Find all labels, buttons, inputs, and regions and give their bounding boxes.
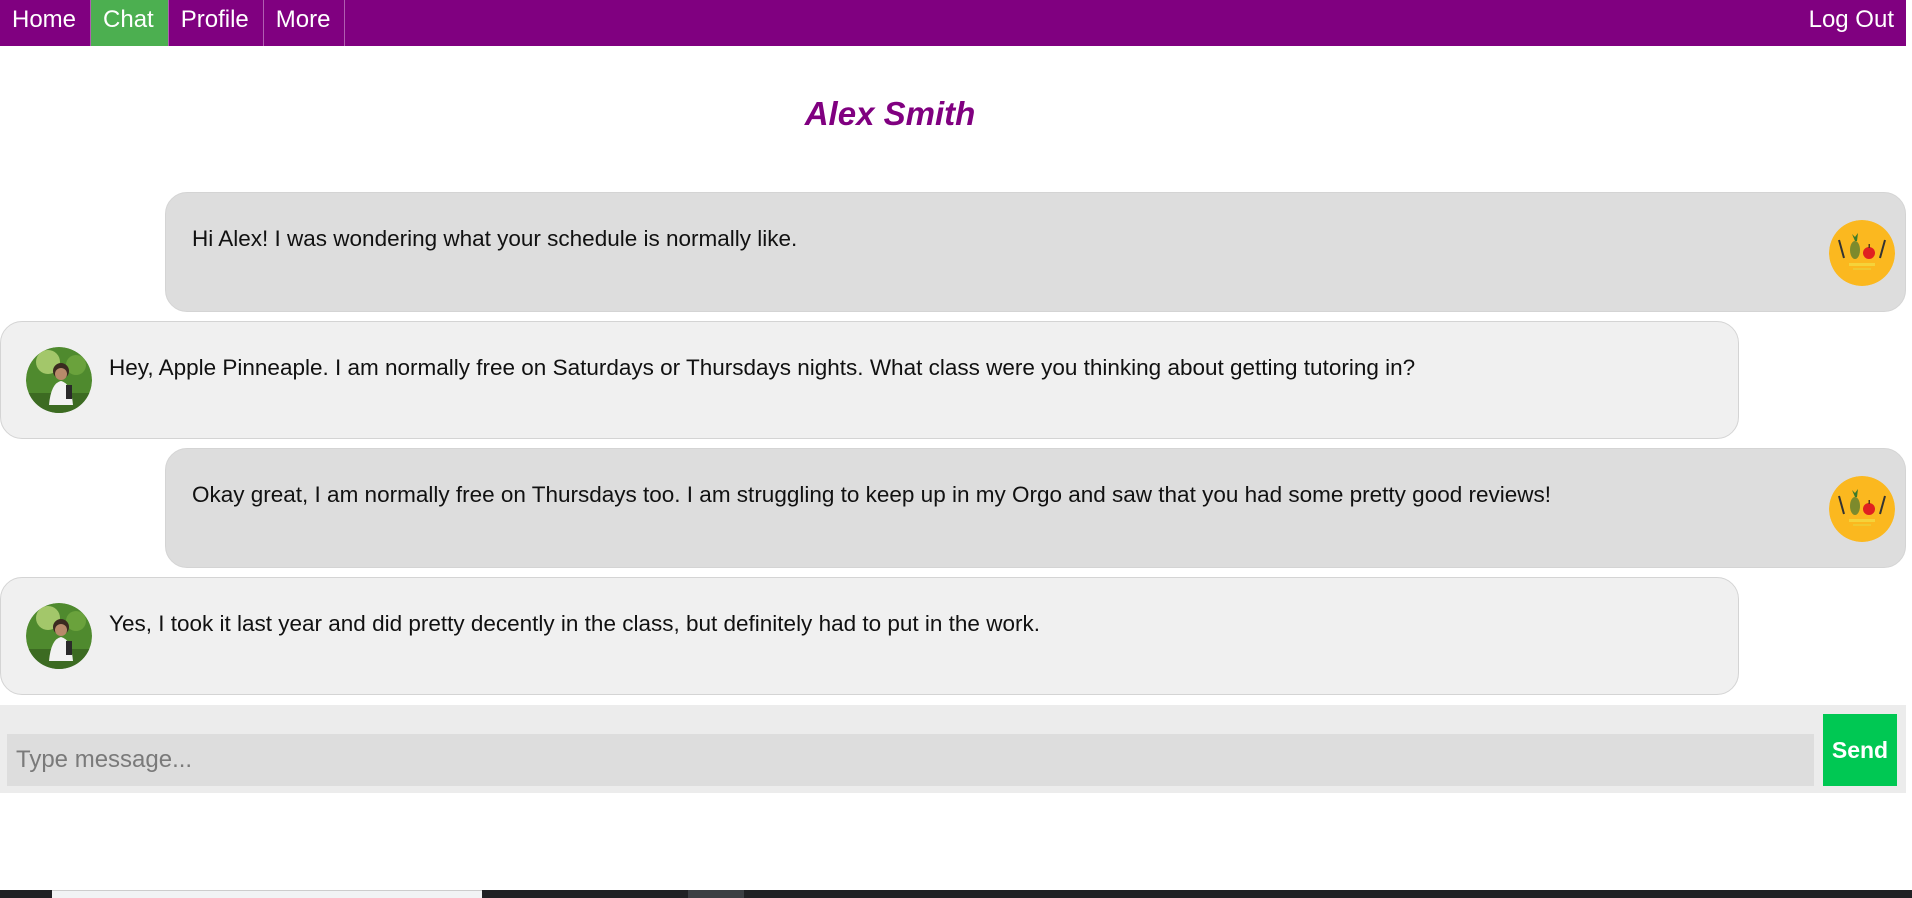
nav-more[interactable]: More bbox=[264, 0, 346, 46]
message-text: Hi Alex! I was wondering what your sched… bbox=[192, 226, 798, 251]
message-sent: Okay great, I am normally free on Thursd… bbox=[165, 448, 1906, 568]
bottom-taskbar-edge bbox=[0, 890, 1912, 898]
alex-smith-photo-avatar[interactable] bbox=[26, 347, 92, 413]
pineapple-apple-logo-avatar[interactable] bbox=[1829, 220, 1895, 286]
alex-smith-photo-avatar[interactable] bbox=[26, 603, 92, 669]
message-composer: Send bbox=[0, 705, 1906, 793]
taskbar-segment bbox=[688, 890, 744, 898]
nav-home[interactable]: Home bbox=[0, 0, 92, 46]
pineapple-apple-logo-avatar[interactable] bbox=[1829, 476, 1895, 542]
taskbar-segment bbox=[52, 890, 482, 898]
message-text: Yes, I took it last year and did pretty … bbox=[109, 611, 1040, 636]
chat-partner-name: Alex Smith bbox=[804, 95, 976, 132]
message-received: Yes, I took it last year and did pretty … bbox=[0, 577, 1739, 695]
message-text: Okay great, I am normally free on Thursd… bbox=[192, 482, 1552, 507]
nav-profile[interactable]: Profile bbox=[169, 0, 264, 46]
message-input[interactable] bbox=[7, 734, 1814, 786]
message-text: Hey, Apple Pinneaple. I am normally free… bbox=[109, 355, 1416, 380]
user-photo-icon bbox=[26, 347, 92, 413]
logo-avatar-icon bbox=[1829, 476, 1895, 542]
logo-avatar-icon bbox=[1829, 220, 1895, 286]
send-button[interactable]: Send bbox=[1823, 714, 1897, 786]
nav-chat[interactable]: Chat bbox=[91, 0, 169, 46]
logout-link[interactable]: Log Out bbox=[1797, 0, 1906, 46]
top-nav-bar: Home Chat Profile More Log Out bbox=[0, 0, 1906, 46]
message-sent: Hi Alex! I was wondering what your sched… bbox=[165, 192, 1906, 312]
message-received: Hey, Apple Pinneaple. I am normally free… bbox=[0, 321, 1739, 439]
user-photo-icon bbox=[26, 603, 92, 669]
